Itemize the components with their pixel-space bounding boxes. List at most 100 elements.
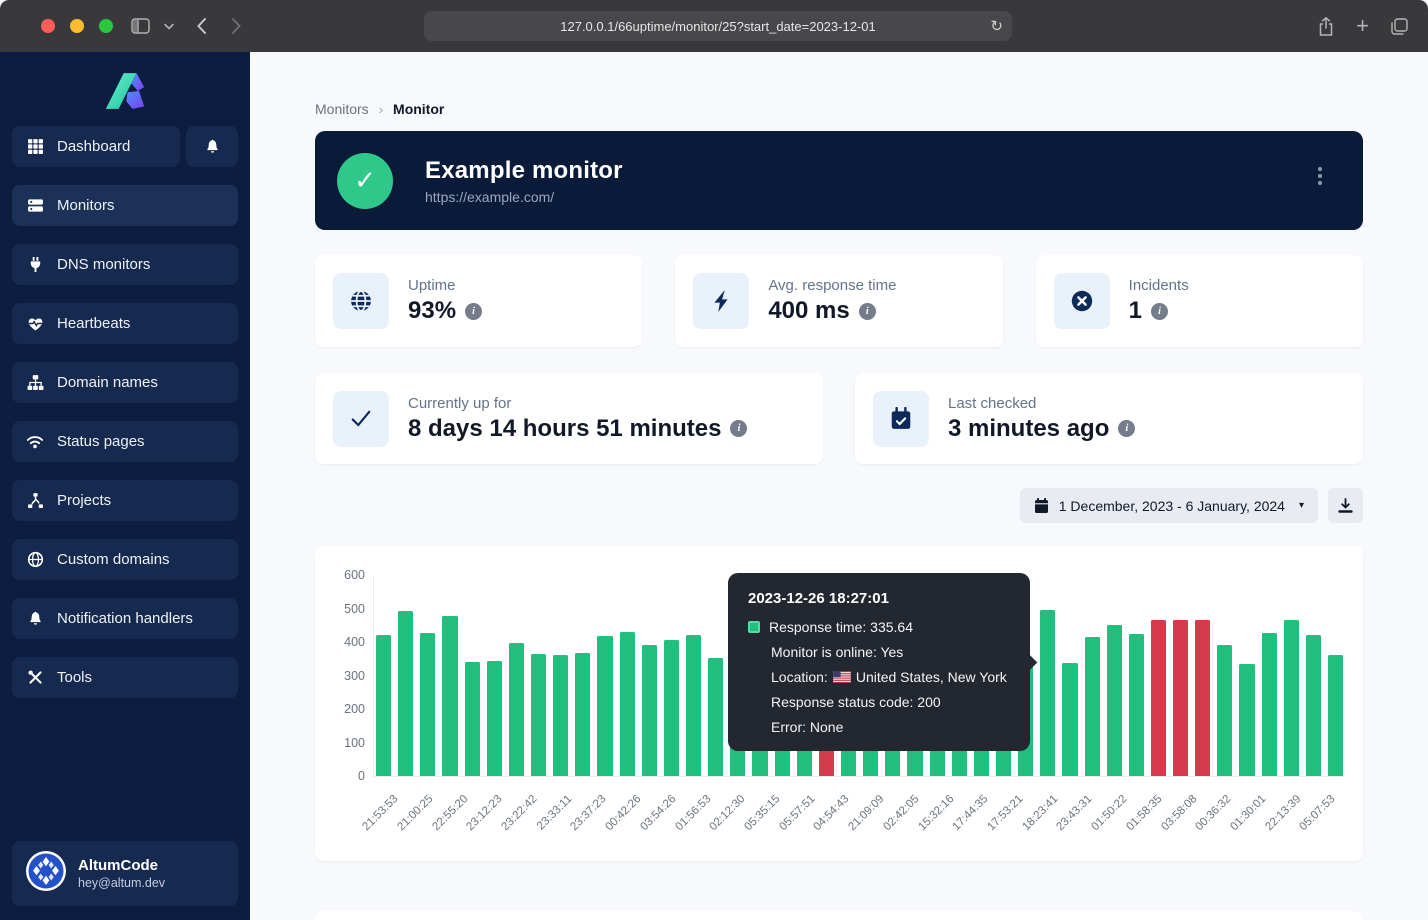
main-content: Monitors › Monitor ✓ Example monitor htt… xyxy=(250,52,1428,920)
sidebar-toggle-icon[interactable] xyxy=(131,18,150,34)
chart-bar-up[interactable] xyxy=(1306,635,1321,776)
x-tick-label: 22:55:20 xyxy=(430,793,470,833)
zoom-window-button[interactable] xyxy=(99,19,113,33)
x-tick-label: 17:53:21 xyxy=(985,793,1025,833)
reload-icon[interactable]: ↻ xyxy=(990,17,1003,35)
x-tick-label: 03:54:26 xyxy=(638,793,678,833)
x-tick-label: 01:30:01 xyxy=(1228,793,1268,833)
chart-bar-up[interactable] xyxy=(1239,664,1254,776)
tooltip-status-code: Response status code: 200 xyxy=(771,694,941,710)
chart-bar-up[interactable] xyxy=(1107,625,1122,776)
account-email: hey@altum.dev xyxy=(78,876,165,890)
chart-bar-up[interactable] xyxy=(1217,645,1232,776)
sidebar-item-monitors[interactable]: Monitors xyxy=(12,185,238,226)
chart-bar-down[interactable] xyxy=(1173,620,1188,776)
info-icon[interactable]: i xyxy=(1118,420,1135,437)
y-tick-label: 300 xyxy=(325,669,365,683)
x-tick-label: 02:12:30 xyxy=(708,793,748,833)
x-tick-label: 01:56:53 xyxy=(673,793,713,833)
y-tick-label: 400 xyxy=(325,635,365,649)
tooltip-response-time: Response time: 335.64 xyxy=(769,619,913,635)
stat-label: Last checked xyxy=(948,395,1135,412)
y-tick-label: 500 xyxy=(325,602,365,616)
wifi-icon xyxy=(26,434,44,449)
sidebar-item-dns-monitors[interactable]: DNS monitors xyxy=(12,244,238,285)
chart-bar-up[interactable] xyxy=(1284,620,1299,776)
tab-group-chevron-icon[interactable] xyxy=(164,23,174,30)
sidebar-item-label: Dashboard xyxy=(57,138,130,155)
chart-bar-up[interactable] xyxy=(642,645,657,776)
account-footer[interactable]: AltumCode hey@altum.dev xyxy=(12,841,238,906)
app-logo[interactable] xyxy=(0,52,250,126)
chart-bar-up[interactable] xyxy=(597,636,612,776)
info-icon[interactable]: i xyxy=(859,303,876,320)
sidebar-item-notification-handlers[interactable]: Notification handlers xyxy=(12,598,238,639)
chart-bar-up[interactable] xyxy=(1062,663,1077,776)
sidebar-item-dashboard[interactable]: Dashboard xyxy=(12,126,180,167)
info-icon[interactable]: i xyxy=(1151,303,1168,320)
sidebar-nav: Dashboard Monitors DNS monitors Heartbeats D… xyxy=(0,126,250,698)
tooltip-location-value: United States, New York xyxy=(856,669,1007,685)
chart-bar-up[interactable] xyxy=(509,643,524,776)
minimize-window-button[interactable] xyxy=(70,19,84,33)
chart-bar-up[interactable] xyxy=(686,635,701,776)
close-window-button[interactable] xyxy=(41,19,55,33)
stat-value: 8 days 14 hours 51 minutes xyxy=(408,415,721,443)
breadcrumb-monitors-link[interactable]: Monitors xyxy=(315,101,369,117)
y-tick-label: 0 xyxy=(325,769,365,783)
monitor-menu-button[interactable] xyxy=(1311,164,1329,188)
chart-bar-up[interactable] xyxy=(620,632,635,776)
sidebar-item-projects[interactable]: Projects xyxy=(12,480,238,521)
plug-icon xyxy=(26,256,44,273)
chart-bar-up[interactable] xyxy=(1328,655,1343,776)
sidebar-item-label: Custom domains xyxy=(57,551,170,568)
sidebar-item-label: Notification handlers xyxy=(57,610,193,627)
forward-button[interactable] xyxy=(231,17,242,35)
x-tick-label: 18:23:41 xyxy=(1020,793,1060,833)
chart-bar-up[interactable] xyxy=(1040,610,1055,776)
x-tick-label: 17:44:35 xyxy=(951,793,991,833)
chart-bar-up[interactable] xyxy=(487,661,502,776)
chart-bar-up[interactable] xyxy=(553,655,568,776)
sidebar-item-tools[interactable]: Tools xyxy=(12,657,238,698)
tab-overview-icon[interactable] xyxy=(1391,18,1408,35)
chart-bar-up[interactable] xyxy=(442,616,457,776)
chart-bar-up[interactable] xyxy=(376,635,391,776)
sidebar-item-domain-names[interactable]: Domain names xyxy=(12,362,238,403)
date-range-picker[interactable]: 1 December, 2023 - 6 January, 2024 ▾ xyxy=(1020,488,1318,523)
bell-icon xyxy=(26,610,44,627)
chart-bar-up[interactable] xyxy=(465,662,480,776)
sidebar-item-status-pages[interactable]: Status pages xyxy=(12,421,238,462)
chart-bar-up[interactable] xyxy=(664,640,679,776)
share-icon[interactable] xyxy=(1318,17,1334,36)
download-report-button[interactable] xyxy=(1328,488,1363,523)
x-tick-label: 04:54:43 xyxy=(812,793,852,833)
stat-value: 400 ms xyxy=(768,297,849,325)
sidebar-item-custom-domains[interactable]: Custom domains xyxy=(12,539,238,580)
sidebar-item-label: DNS monitors xyxy=(57,256,150,273)
notifications-button[interactable] xyxy=(186,126,238,167)
chart-bar-down[interactable] xyxy=(1151,620,1166,776)
stat-label: Currently up for xyxy=(408,395,747,412)
info-icon[interactable]: i xyxy=(730,420,747,437)
chart-bar-up[interactable] xyxy=(708,658,723,776)
sidebar-item-label: Domain names xyxy=(57,374,158,391)
monitor-url: https://example.com/ xyxy=(425,189,623,205)
sidebar-item-heartbeats[interactable]: Heartbeats xyxy=(12,303,238,344)
sidebar-item-label: Projects xyxy=(57,492,111,509)
back-button[interactable] xyxy=(196,17,207,35)
chart-bar-up[interactable] xyxy=(1129,634,1144,776)
chart-bar-up[interactable] xyxy=(398,611,413,776)
x-tick-label: 01:50:22 xyxy=(1089,793,1129,833)
chart-bar-down[interactable] xyxy=(1195,620,1210,776)
stat-value: 1 xyxy=(1129,297,1142,325)
chart-bar-up[interactable] xyxy=(531,654,546,776)
chart-bar-up[interactable] xyxy=(575,653,590,776)
new-tab-button[interactable]: + xyxy=(1356,13,1369,39)
chart-bar-up[interactable] xyxy=(420,633,435,776)
chart-bar-up[interactable] xyxy=(1085,637,1100,776)
sidebar-item-label: Heartbeats xyxy=(57,315,130,332)
chart-bar-up[interactable] xyxy=(1262,633,1277,776)
url-bar[interactable]: 127.0.0.1/66uptime/monitor/25?start_date… xyxy=(424,11,1012,41)
info-icon[interactable]: i xyxy=(465,303,482,320)
